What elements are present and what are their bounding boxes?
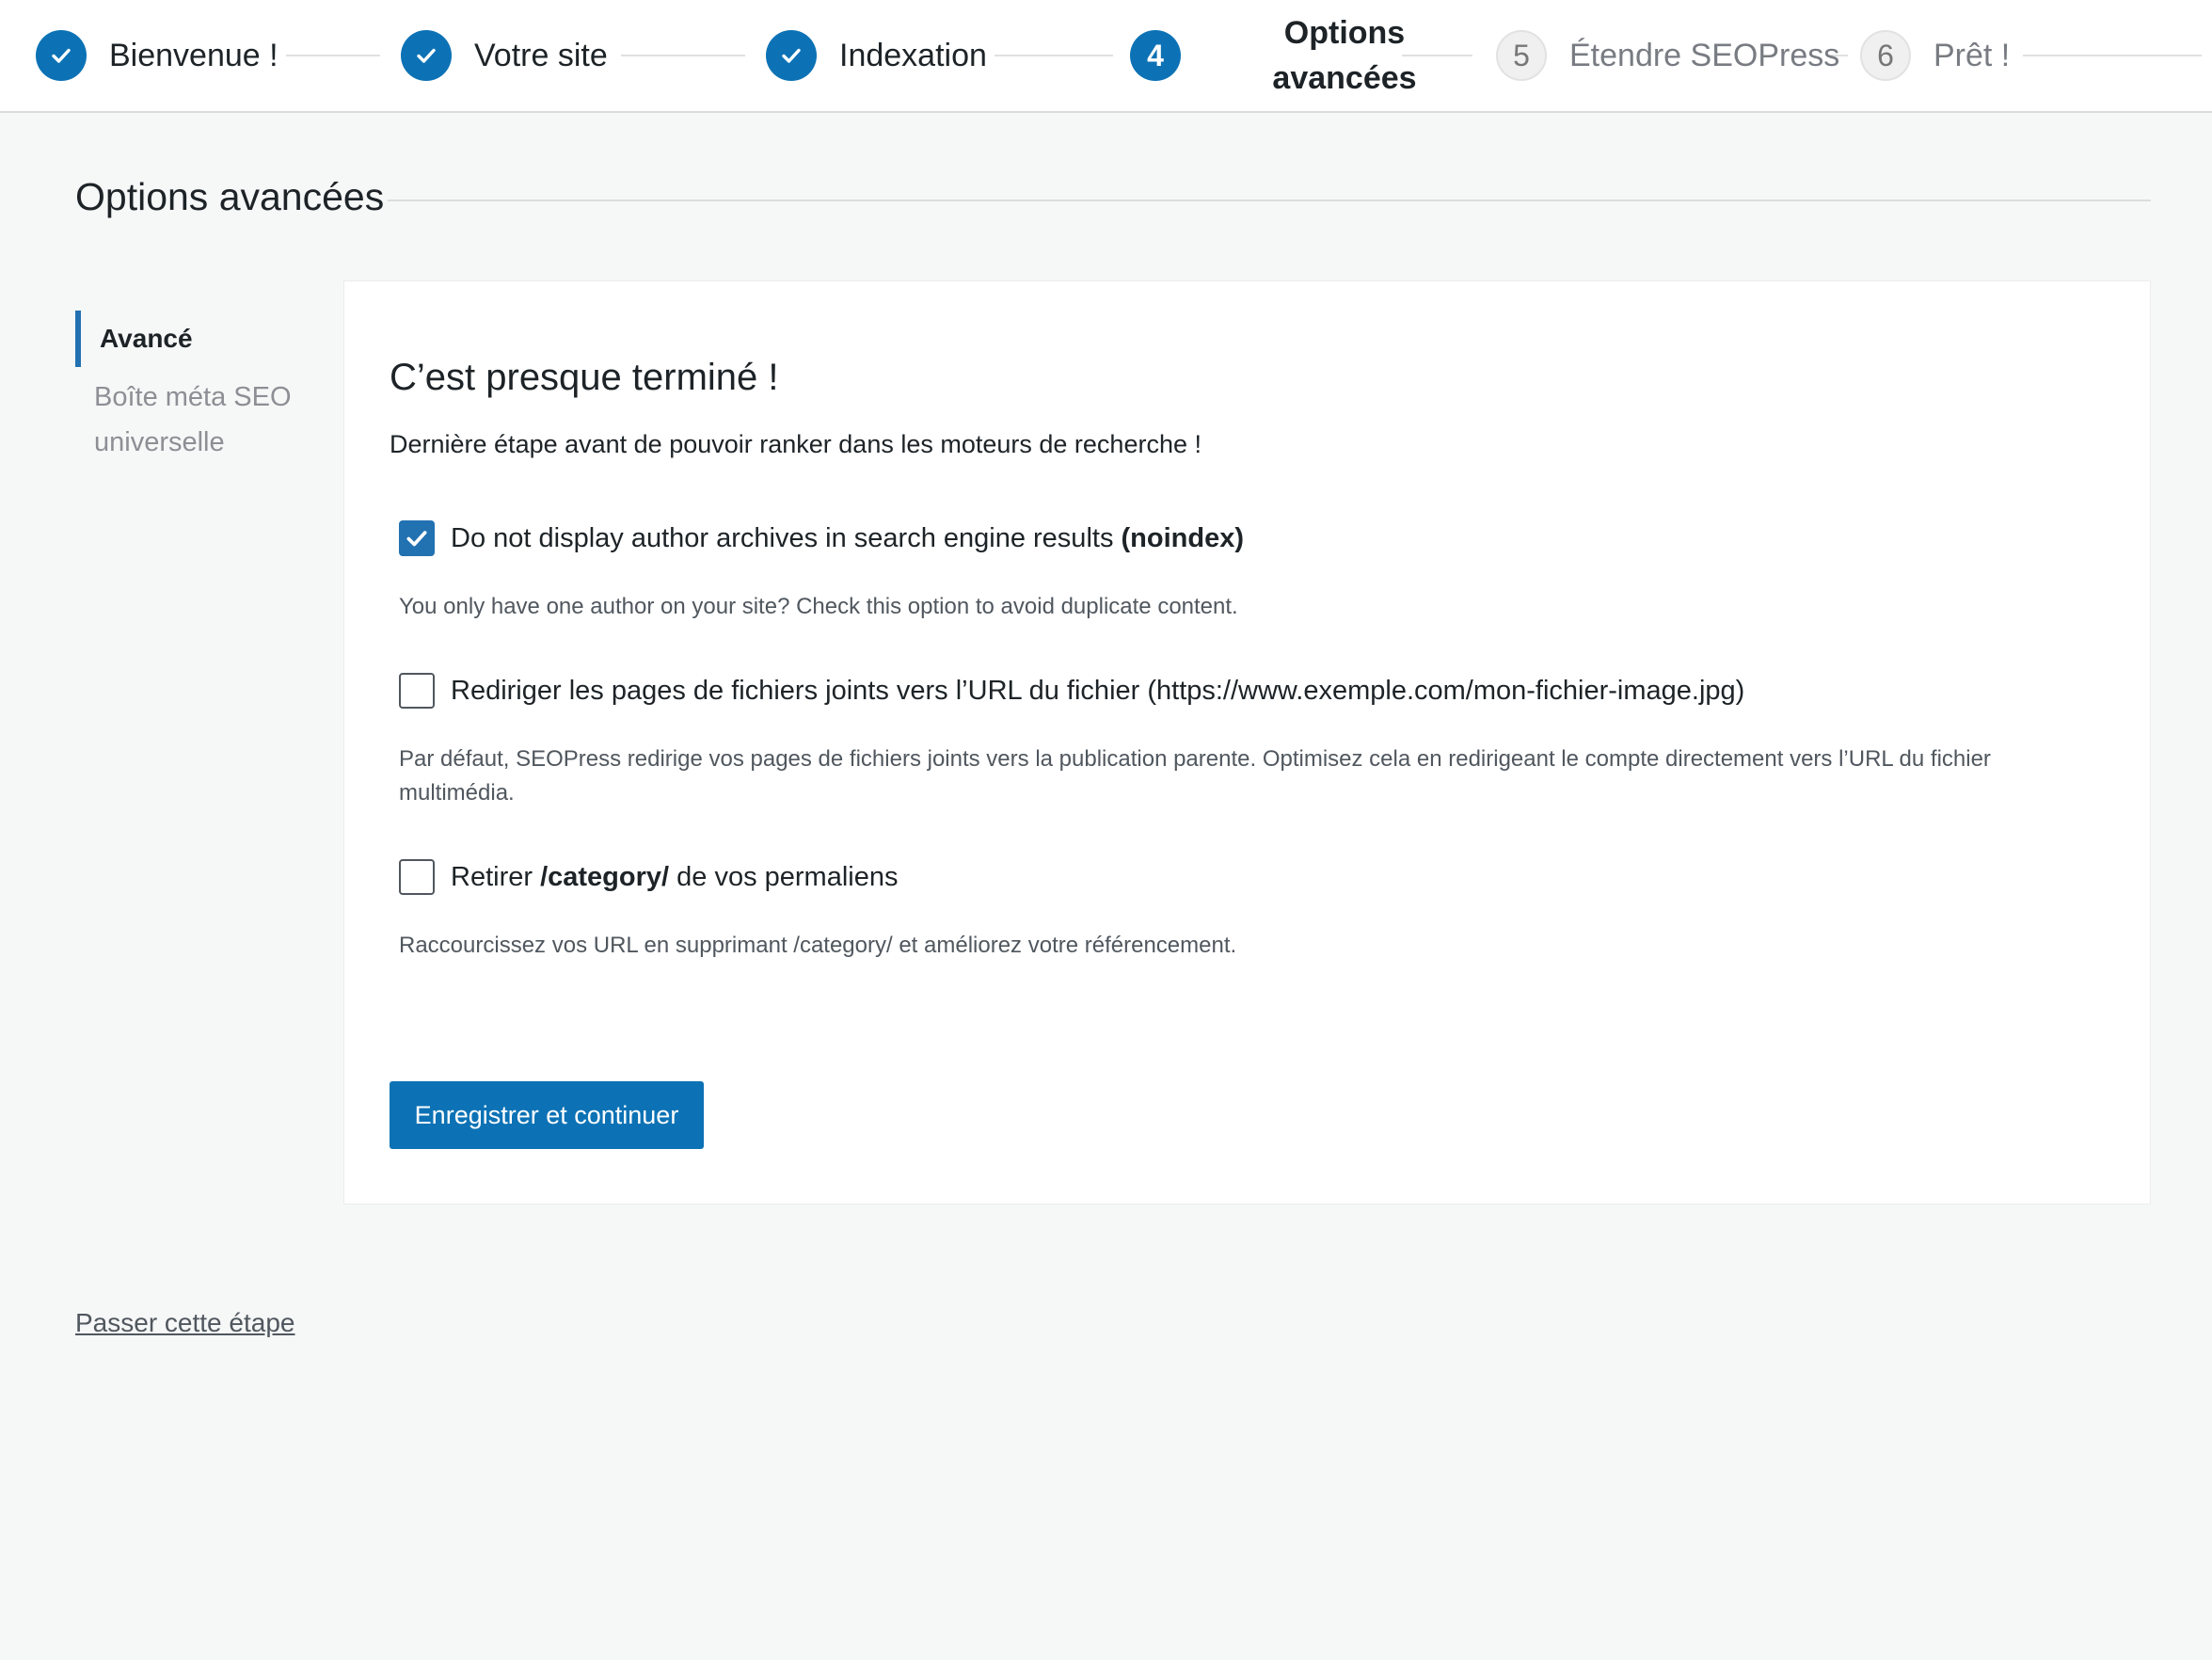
- step-number-badge: 4: [1130, 30, 1181, 81]
- remove-category-checkbox[interactable]: [399, 859, 435, 895]
- check-icon: [401, 30, 452, 81]
- step-label: Votre site: [474, 37, 608, 73]
- step-label: Étendre SEOPress: [1569, 37, 1840, 73]
- panel-subtitle: Dernière étape avant de pouvoir ranker d…: [390, 430, 1201, 458]
- step-your-site[interactable]: Votre site: [401, 0, 608, 111]
- step-connector: [621, 55, 745, 56]
- option-description: You only have one author on your site? C…: [399, 594, 1238, 619]
- step-connector: [2023, 55, 2202, 56]
- settings-panel: C’est presque terminé ! Dernière étape a…: [343, 280, 2151, 1205]
- panel-heading: C’est presque terminé !: [390, 357, 779, 398]
- setup-wizard-stepper: Bienvenue ! Votre site Indexation 4 Opti…: [0, 0, 2212, 113]
- step-welcome[interactable]: Bienvenue !: [36, 0, 278, 111]
- check-icon: [36, 30, 87, 81]
- section-nav: Avancé Boîte méta SEO universelle: [75, 311, 339, 465]
- nav-item-advanced[interactable]: Avancé: [75, 311, 339, 367]
- option-remove-category-base: Retirer /category/ de vos permaliens Rac…: [399, 859, 2111, 963]
- noindex-author-checkbox[interactable]: [399, 520, 435, 556]
- nav-item-universal-seo-metabox[interactable]: Boîte méta SEO universelle: [75, 375, 320, 465]
- option-label[interactable]: Retirer /category/ de vos permaliens: [451, 862, 898, 893]
- page-title: Options avancées: [75, 175, 385, 218]
- step-number-badge: 6: [1860, 30, 1911, 81]
- option-label[interactable]: Rediriger les pages de fichiers joints v…: [451, 676, 1744, 707]
- skip-step-link[interactable]: Passer cette étape: [75, 1308, 294, 1338]
- option-description: Par défaut, SEOPress redirige vos pages …: [399, 746, 1991, 806]
- step-connector: [286, 55, 380, 56]
- option-noindex-author-archives: Do not display author archives in search…: [399, 520, 2111, 624]
- step-advanced-options[interactable]: 4 Options avancées: [1130, 0, 1457, 111]
- step-label: Options avancées: [1272, 15, 1417, 96]
- step-label: Prêt !: [1934, 37, 2011, 73]
- title-divider: [388, 200, 2151, 201]
- option-label[interactable]: Do not display author archives in search…: [451, 523, 1244, 554]
- step-extend-seopress[interactable]: 5 Étendre SEOPress: [1496, 0, 1839, 111]
- save-and-continue-button[interactable]: Enregistrer et continuer: [390, 1081, 704, 1149]
- step-number-badge: 5: [1496, 30, 1547, 81]
- check-icon: [766, 30, 817, 81]
- option-description: Raccourcissez vos URL en supprimant /cat…: [399, 933, 1237, 958]
- step-indexing[interactable]: Indexation: [766, 0, 987, 111]
- step-ready[interactable]: 6 Prêt !: [1860, 0, 2010, 111]
- check-icon: [406, 531, 427, 547]
- option-redirect-attachments: Rediriger les pages de fichiers joints v…: [399, 673, 2111, 810]
- step-label: Indexation: [839, 37, 987, 73]
- step-label: Bienvenue !: [109, 37, 278, 73]
- redirect-attachments-checkbox[interactable]: [399, 673, 435, 709]
- step-connector: [995, 55, 1113, 56]
